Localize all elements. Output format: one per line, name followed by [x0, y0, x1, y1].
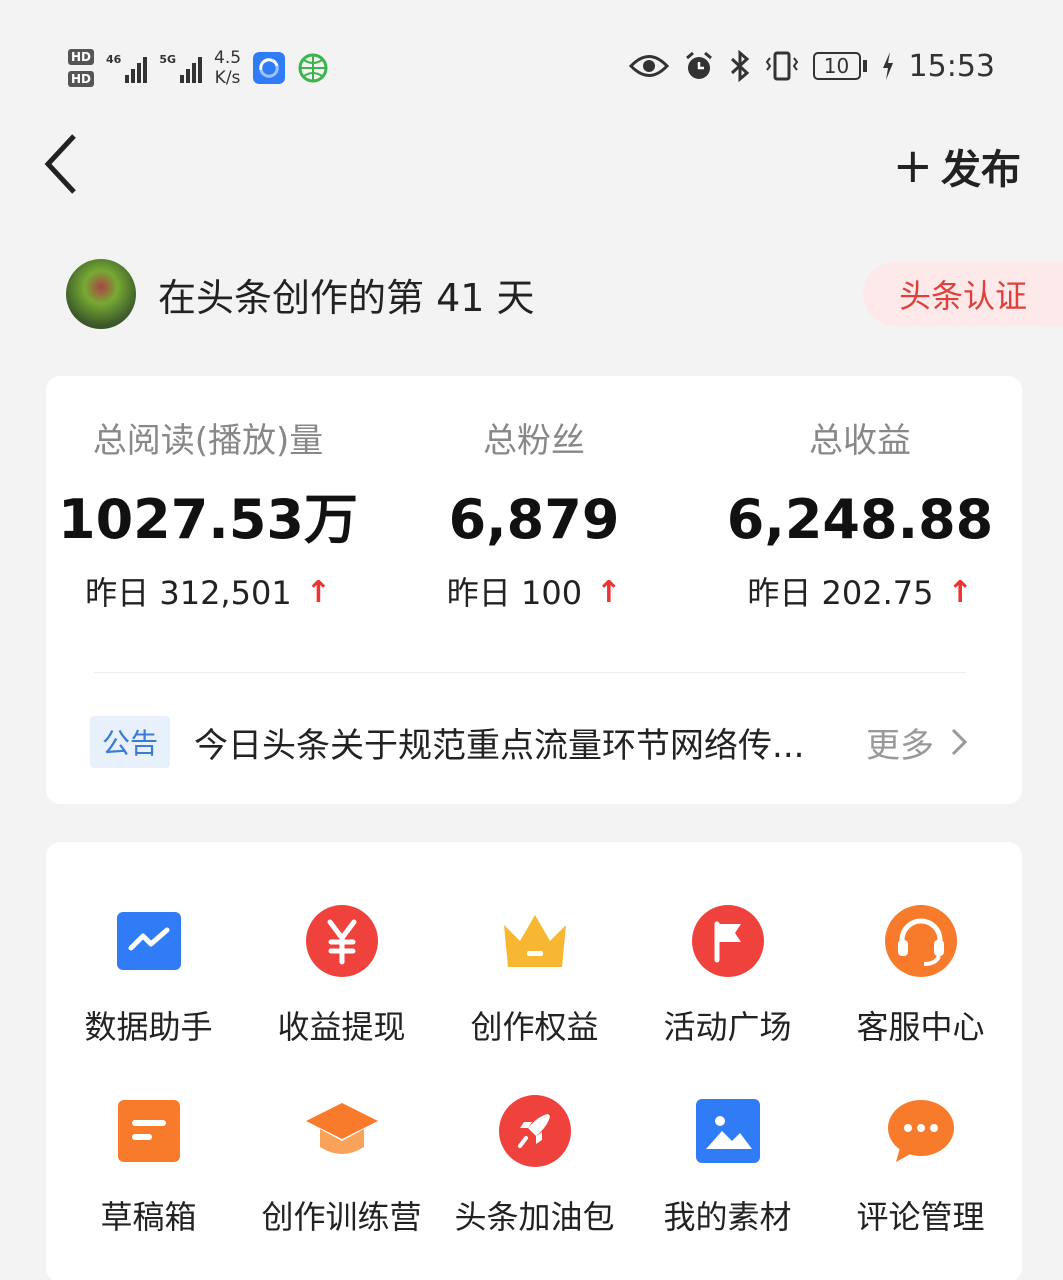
stat-label: 总阅读(播放)量	[92, 421, 324, 461]
stats-card: 总阅读(播放)量 1027.53万 昨日 312,501 ↑ 总粉丝 6,879…	[46, 376, 1022, 804]
draft-icon	[110, 1092, 188, 1170]
stat-label: 总收益	[809, 421, 911, 461]
stat-delta: 昨日 100 ↑	[446, 574, 622, 612]
hd-badge: HD	[68, 49, 95, 65]
eye-icon	[628, 55, 669, 77]
plus-icon: +	[892, 138, 933, 194]
arrow-up-icon: ↑	[947, 575, 973, 610]
tool-customer-service[interactable]: 客服中心	[824, 902, 1017, 1048]
tool-training-camp[interactable]: 创作训练营	[245, 1092, 438, 1238]
hd-badge: HD	[68, 71, 95, 87]
charging-icon	[882, 52, 893, 80]
comment-icon	[882, 1092, 960, 1170]
arrow-up-icon: ↑	[305, 575, 331, 610]
stat-total-fans[interactable]: 总粉丝 6,879 昨日 100 ↑	[374, 416, 694, 614]
chevron-right-icon	[951, 728, 968, 756]
creation-days-text: 在头条创作的第 41 天	[158, 275, 535, 320]
certification-button[interactable]: 头条认证	[863, 262, 1063, 326]
stat-delta: 昨日 312,501 ↑	[85, 574, 331, 612]
tool-drafts[interactable]: 草稿箱	[52, 1092, 245, 1238]
publish-button[interactable]: + 发布	[893, 138, 1021, 194]
clock: 15:53	[908, 48, 995, 84]
tool-data-assistant[interactable]: 数据助手	[52, 902, 245, 1048]
stat-delta: 昨日 202.75 ↑	[747, 574, 973, 612]
signal-icon: 46	[106, 53, 148, 83]
creator-header: 在头条创作的第 41 天	[66, 258, 535, 330]
notice-tag: 公告	[90, 716, 171, 768]
notice-bar[interactable]: 公告 今日头条关于规范重点流量环节网络传... 更多	[90, 714, 982, 770]
crown-icon	[496, 902, 574, 980]
network-speed: 4.5 K/s	[214, 48, 242, 88]
yuan-icon	[303, 902, 381, 980]
status-bar: HD HD 46 5G 4.5 K/s 10 15:53	[0, 0, 1063, 110]
tool-creator-rights[interactable]: 创作权益	[438, 902, 631, 1048]
stat-total-earnings[interactable]: 总收益 6,248.88 昨日 202.75 ↑	[700, 416, 1020, 614]
graduation-cap-icon	[303, 1092, 381, 1170]
stat-value: 6,879	[448, 488, 620, 551]
tool-my-materials[interactable]: 我的素材	[631, 1092, 824, 1238]
bluetooth-icon	[730, 50, 749, 82]
stat-label: 总粉丝	[483, 421, 585, 461]
chevron-left-icon	[44, 134, 76, 194]
notice-more-link[interactable]: 更多	[866, 718, 968, 767]
app-notification-icon	[253, 52, 286, 84]
image-icon	[689, 1092, 767, 1170]
signal-5g-icon: 5G	[159, 53, 203, 83]
vibrate-icon	[765, 51, 798, 81]
battery-icon: 10	[812, 52, 867, 80]
stat-value: 6,248.88	[726, 488, 994, 551]
globe-icon	[298, 53, 328, 83]
arrow-up-icon: ↑	[596, 575, 622, 610]
tools-card: 数据助手 收益提现 创作权益 活动广场 客服中心 草稿箱 创作训练营 头条加油包…	[46, 842, 1022, 1280]
tool-boost-pack[interactable]: 头条加油包	[438, 1092, 631, 1238]
stat-total-reads[interactable]: 总阅读(播放)量 1027.53万 昨日 312,501 ↑	[48, 416, 368, 614]
flag-icon	[689, 902, 767, 980]
publish-label: 发布	[941, 147, 1021, 193]
headset-icon	[882, 902, 960, 980]
tool-earnings-withdraw[interactable]: 收益提现	[245, 902, 438, 1048]
back-button[interactable]	[36, 128, 92, 200]
divider	[94, 672, 966, 673]
rocket-icon	[496, 1092, 574, 1170]
stat-value: 1027.53万	[58, 488, 358, 551]
notice-text[interactable]: 今日头条关于规范重点流量环节网络传...	[194, 718, 854, 767]
alarm-icon	[685, 51, 712, 79]
tool-comment-management[interactable]: 评论管理	[824, 1092, 1017, 1238]
chart-icon	[110, 902, 188, 980]
tool-activity-plaza[interactable]: 活动广场	[631, 902, 824, 1048]
avatar[interactable]	[66, 259, 136, 329]
